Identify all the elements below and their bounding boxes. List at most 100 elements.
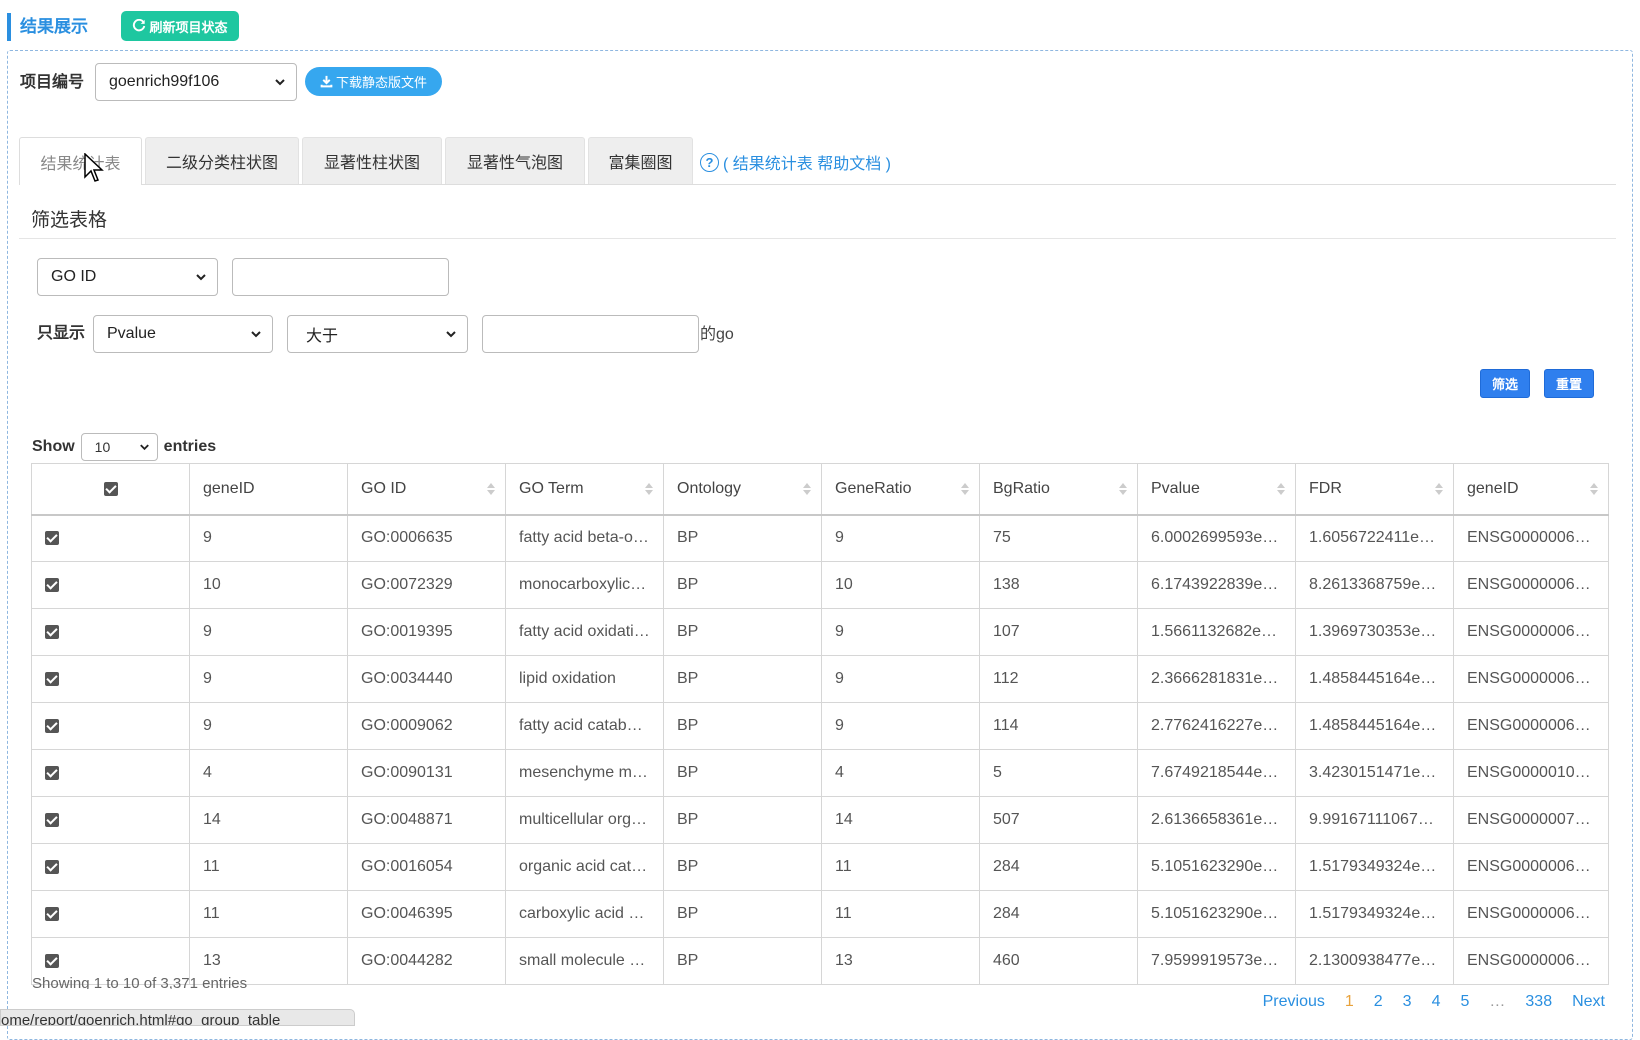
pager-page[interactable]: 5 bbox=[1450, 993, 1479, 1011]
table-row[interactable]: 9GO:0009062fatty acid catabolic processB… bbox=[31, 702, 1609, 750]
table-cell: 107 bbox=[979, 608, 1138, 656]
pager-page[interactable]: 1 bbox=[1335, 993, 1364, 1011]
go-id-link[interactable]: GO:0046395 bbox=[347, 890, 506, 938]
column-header[interactable]: GO Term bbox=[505, 463, 664, 516]
table-cell: 2.6136658361e-07 bbox=[1137, 796, 1296, 844]
table-row[interactable]: 9 GO:0034440 lipid oxidation BP 9 112 2.366628… bbox=[31, 655, 1609, 703]
metric-select[interactable]: Pvalue bbox=[93, 315, 273, 353]
row-checkbox[interactable] bbox=[45, 953, 59, 968]
table-cell: 6.0002699593e-10 bbox=[1137, 514, 1296, 562]
row-checkbox[interactable] bbox=[45, 859, 59, 874]
select-all-checkbox[interactable] bbox=[103, 481, 118, 496]
column-header-label: GeneRatio bbox=[835, 479, 912, 497]
sort-icon bbox=[1277, 482, 1285, 495]
help-doc-link[interactable]: ? ( 结果统计表 帮助文档 ) bbox=[700, 150, 891, 174]
row-checkbox[interactable] bbox=[45, 624, 59, 639]
table-cell: 9 bbox=[821, 608, 980, 656]
table-cell: 1.4858445164e-05 bbox=[1295, 702, 1454, 750]
table-row[interactable]: 11GO:0046395carboxylic acid catabolic pr… bbox=[31, 890, 1609, 938]
table-cell: 2.1300938477e-04 bbox=[1295, 937, 1454, 985]
table-cell: 9 bbox=[189, 702, 348, 750]
table-row[interactable]: 9GO:0006635fatty acid beta-oxidationBP97… bbox=[31, 514, 1609, 562]
reset-button[interactable]: 重置 bbox=[1544, 369, 1594, 398]
table-cell: 10 bbox=[821, 561, 980, 609]
column-header[interactable]: geneID bbox=[1453, 463, 1609, 516]
table-row[interactable]: 13 GO:0044282small molecule catabolic pro… bbox=[31, 937, 1609, 985]
go-id-link[interactable]: GO:0034440 bbox=[347, 655, 506, 703]
table-cell: 1.5179349324e-04 bbox=[1295, 890, 1454, 938]
row-checkbox[interactable] bbox=[45, 812, 59, 827]
tab-label: 显著性气泡图 bbox=[466, 155, 563, 172]
table-cell: ENSG00000060971 bbox=[1453, 702, 1609, 750]
project-select-value: goenrich99f106 bbox=[109, 73, 220, 90]
table-cell: 14 bbox=[189, 796, 348, 844]
chevron-down-icon bbox=[196, 274, 206, 281]
column-header[interactable]: BgRatio bbox=[979, 463, 1138, 516]
pager-page[interactable]: 338 bbox=[1515, 993, 1562, 1011]
go-id-link[interactable]: GO:0019395 bbox=[347, 608, 506, 656]
column-header-label: Ontology bbox=[677, 479, 742, 497]
tab-enrichment-circle[interactable]: 富集圈图 bbox=[588, 137, 693, 184]
table-header-row: geneID GO ID GO Term Ontology GeneRatio … bbox=[31, 463, 1609, 516]
sort-icon bbox=[1435, 482, 1443, 495]
threshold-input[interactable] bbox=[482, 315, 699, 353]
column-header[interactable]: geneID bbox=[189, 463, 348, 516]
row-checkbox[interactable] bbox=[45, 531, 59, 546]
row-checkbox[interactable] bbox=[45, 671, 59, 686]
compare-select[interactable]: 大于 bbox=[287, 315, 468, 353]
tab-result-table[interactable]: 结果统计表 bbox=[19, 137, 142, 185]
row-checkbox[interactable] bbox=[45, 906, 59, 921]
column-header[interactable]: FDR bbox=[1295, 463, 1454, 516]
table-cell: BP bbox=[663, 843, 822, 891]
tab-level2-bar[interactable]: 二级分类柱状图 bbox=[145, 137, 299, 184]
refresh-status-button[interactable]: 刷新项目状态 bbox=[121, 11, 239, 41]
download-static-button[interactable]: 下载静态版文件 bbox=[305, 67, 442, 96]
pager-previous[interactable]: Previous bbox=[1253, 993, 1335, 1011]
pager-page[interactable]: 3 bbox=[1393, 993, 1422, 1011]
go-id-link[interactable]: GO:0048871 bbox=[347, 796, 506, 844]
row-checkbox[interactable] bbox=[45, 577, 59, 592]
table-row[interactable]: 14GO:0048871multicellular organismal hom… bbox=[31, 796, 1609, 844]
filter-button[interactable]: 筛选 bbox=[1480, 369, 1530, 398]
go-id-link[interactable]: GO:0006635 bbox=[347, 514, 506, 562]
table-cell: 507 bbox=[979, 796, 1138, 844]
table-row[interactable]: 9 GO:0019395 fatty acid oxidation BP 9 107 1.5… bbox=[31, 608, 1609, 656]
go-id-link[interactable]: GO:0044282 bbox=[347, 937, 506, 985]
table-cell: 9 bbox=[821, 702, 980, 750]
table-row[interactable]: 4GO:0090131mesenchyme migrationBP457.674… bbox=[31, 749, 1609, 797]
table-cell: fatty acid beta-oxidation bbox=[505, 514, 664, 562]
filter-field-input[interactable] bbox=[232, 258, 449, 296]
table-cell: monocarboxylic acid catabolic process bbox=[505, 561, 664, 609]
table-row[interactable]: 10 GO:0072329monocarboxylic acid cataboli… bbox=[31, 561, 1609, 609]
row-checkbox[interactable] bbox=[45, 718, 59, 733]
pager-page[interactable]: 2 bbox=[1364, 993, 1393, 1011]
tab-significance-bar[interactable]: 显著性柱状图 bbox=[302, 137, 442, 184]
sort-icon bbox=[1119, 482, 1127, 495]
entries-length-select[interactable]: 10 bbox=[80, 433, 158, 461]
pager-page[interactable]: 4 bbox=[1422, 993, 1451, 1011]
column-header[interactable]: Ontology bbox=[663, 463, 822, 516]
help-doc-text: ( 结果统计表 帮助文档 ) bbox=[723, 156, 891, 173]
tab-significance-bubble[interactable]: 显著性气泡图 bbox=[445, 137, 585, 184]
table-cell: 9 bbox=[821, 655, 980, 703]
go-id-link[interactable]: GO:0016054 bbox=[347, 843, 506, 891]
pager-next[interactable]: Next bbox=[1562, 993, 1615, 1011]
column-header[interactable]: GeneRatio bbox=[821, 463, 980, 516]
row-select-cell bbox=[31, 749, 190, 797]
threshold-suffix: 的go bbox=[700, 326, 734, 343]
sort-icon bbox=[961, 482, 969, 495]
table-cell: 284 bbox=[979, 890, 1138, 938]
go-id-link[interactable]: GO:0009062 bbox=[347, 702, 506, 750]
go-id-link[interactable]: GO:0072329 bbox=[347, 561, 506, 609]
go-id-link[interactable]: GO:0090131 bbox=[347, 749, 506, 797]
column-header[interactable]: GO ID bbox=[347, 463, 506, 516]
table-cell: 460 bbox=[979, 937, 1138, 985]
column-header[interactable]: Pvalue bbox=[1137, 463, 1296, 516]
sort-icon bbox=[1590, 482, 1598, 495]
table-row[interactable]: 11GO:0016054organic acid catabolic proce… bbox=[31, 843, 1609, 891]
table-cell: 1.5179349324e-04 bbox=[1295, 843, 1454, 891]
filter-field-select[interactable]: GO ID bbox=[37, 258, 218, 296]
table-info: Showing 1 to 10 of 3,371 entries bbox=[32, 975, 248, 989]
row-checkbox[interactable] bbox=[45, 765, 59, 780]
project-select[interactable]: goenrich99f106 bbox=[95, 63, 297, 101]
